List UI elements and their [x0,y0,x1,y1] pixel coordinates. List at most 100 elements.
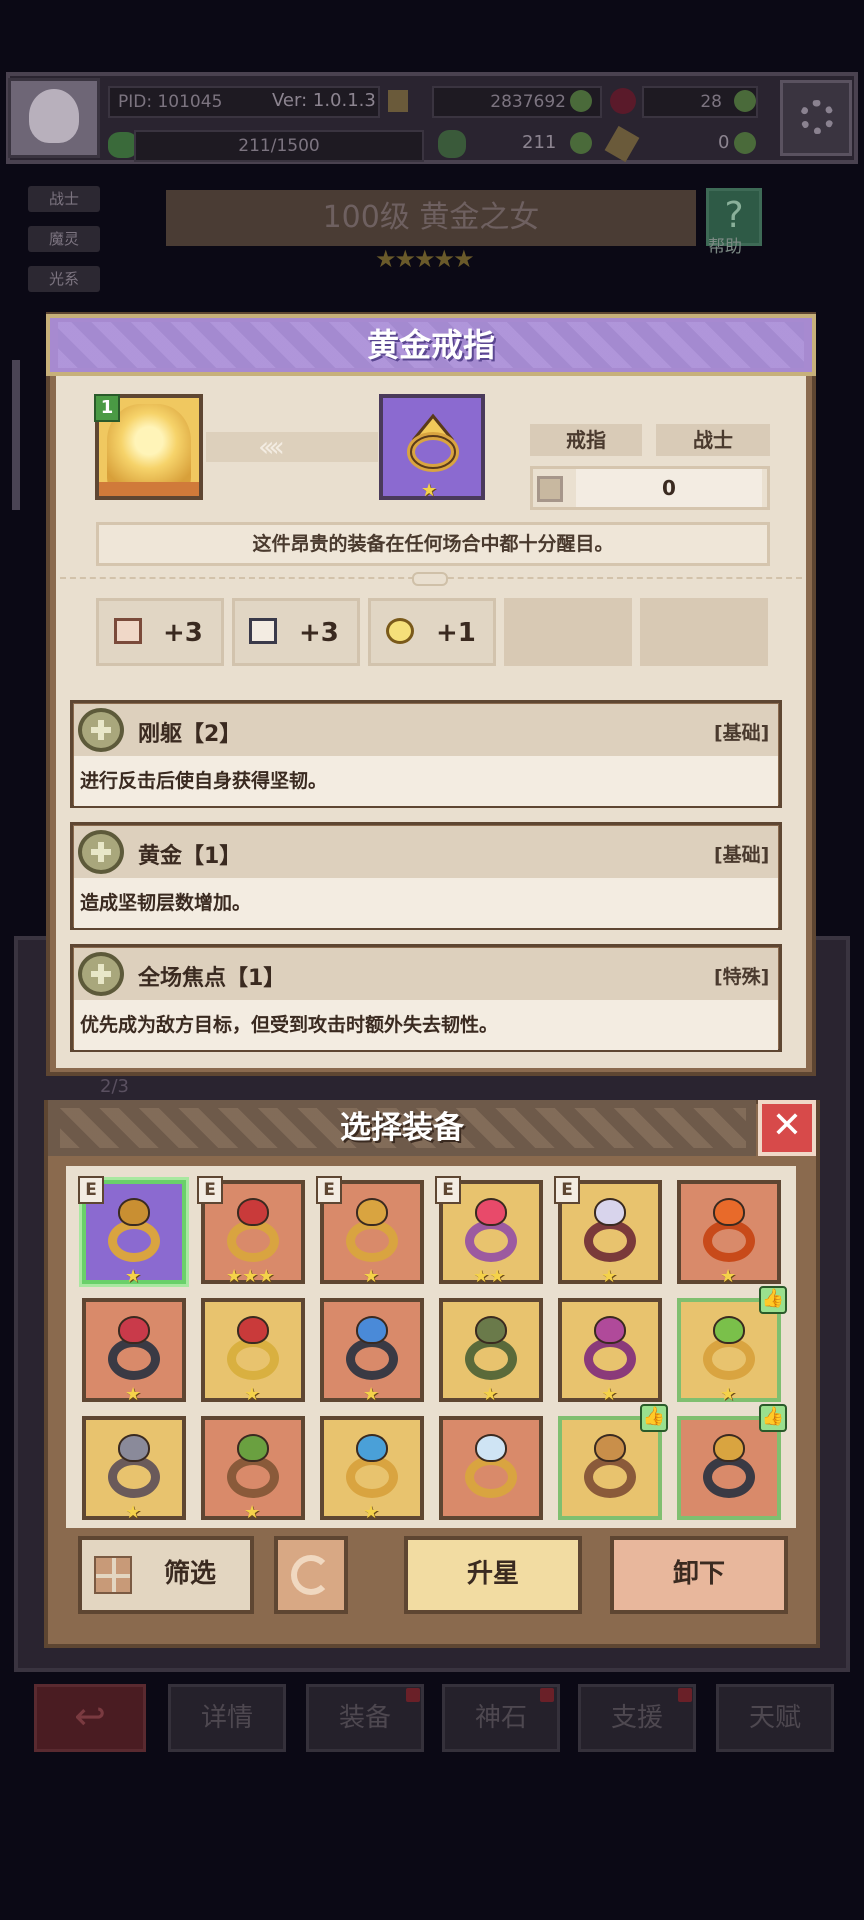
gems-plus-icon[interactable] [734,90,756,112]
ring-band-icon [346,1456,398,1498]
ring-band-icon [227,1456,279,1498]
ring-band-icon [465,1220,517,1262]
tag-demon: 魔灵 [28,226,100,252]
skill-tag-3: [特殊] [714,966,770,988]
ring-band-icon [108,1456,160,1498]
gold-value: 2837692 [490,92,566,112]
ring-band-icon [703,1220,755,1262]
exp-bar: 211/1500 [134,130,424,162]
back-button[interactable]: ↩ [34,1684,146,1752]
ring-gem-icon [237,1316,269,1344]
ring-gem-icon [118,1434,150,1462]
avatar-face-icon [29,89,79,143]
ring-gem-icon [118,1316,150,1344]
portrait-base [99,482,199,496]
ring-band-icon [227,1338,279,1380]
ring-gem-icon [594,1198,626,1226]
item-stars: ★ [244,1384,261,1405]
ring-band-icon [465,1456,517,1498]
divider-ornament [412,572,448,586]
clover-icon [438,130,466,158]
ring-gem-icon [713,1434,745,1462]
ring-description: 这件昂贵的装备在任何场合中都十分醒目。 [96,522,770,566]
keys-plus-icon[interactable] [734,132,756,154]
ring-band-icon [584,1220,636,1262]
ring-band-icon [465,1338,517,1380]
item-stars: ★ [125,1384,142,1405]
skill-tag-2: [基础] [714,844,770,866]
stat-magic-value: +3 [299,618,339,648]
ring-gem-icon [713,1198,745,1226]
side-scrollbar[interactable] [12,360,20,510]
grid-icon [94,1556,132,1594]
unequip-button[interactable]: 卸下 [610,1536,788,1614]
ring-band-icon [703,1456,755,1498]
hero-level-badge: 1 [94,394,120,422]
ring-gem-icon [713,1316,745,1344]
skill-tag-1: [基础] [714,722,770,744]
recommend-thumb-icon: 👍 [759,1404,787,1432]
ring-band-icon [703,1338,755,1380]
hero-stars: ★★★★★ [375,245,475,273]
close-button[interactable]: ✕ [758,1100,816,1156]
clover-value: 211 [522,132,557,153]
left-arrows-icon: ‹‹‹‹ [258,430,285,463]
refresh-icon [291,1555,331,1595]
equipped-badge: E [197,1176,223,1204]
ring-star: ★ [421,480,438,501]
slot-value: 0 [576,469,762,507]
equipped-badge: E [316,1176,342,1204]
skill-name-1: 刚躯【2】 [138,722,242,747]
clover-plus-icon[interactable] [570,132,592,154]
stat-card-empty-1 [504,598,632,666]
skill-name-2: 黄金【1】 [138,844,242,869]
ring-gem-icon [594,1316,626,1344]
tab-talent[interactable]: 天赋 [716,1684,834,1752]
hero-banner: 100级 黄金之女 [166,190,696,246]
gold-plus-icon[interactable] [570,90,592,112]
tab-details[interactable]: 详情 [168,1684,286,1752]
equipped-badge: E [554,1176,580,1204]
ring-gem-icon [356,1434,388,1462]
equipped-badge: E [435,1176,461,1204]
background-count: 2/3 [100,1076,129,1097]
pid-text: PID: 101045 [118,92,223,112]
clock-icon [386,618,414,644]
ring-band-icon [346,1338,398,1380]
item-stars: ★ [601,1266,618,1287]
stat-attack-value: +3 [163,618,203,648]
recommend-thumb-icon: 👍 [640,1404,668,1432]
player-avatar[interactable] [8,78,100,158]
skill-plus-icon [78,708,124,752]
class-chip: 战士 [656,424,770,456]
arrow-track [206,432,378,462]
stat-speed-value: +1 [436,618,476,648]
ring-gem-icon [237,1434,269,1462]
equipment-select-title: 选择装备 [340,1110,464,1146]
equipment-slot[interactable] [439,1416,543,1520]
gear-icon [800,100,834,134]
fist-icon [114,618,142,644]
skill-plus-icon [78,830,124,874]
skill-desc-1: 进行反击后使自身获得坚韧。 [74,756,778,806]
ring-gem-icon [475,1198,507,1226]
skill-name-3: 全场焦点【1】 [138,966,286,991]
item-stars: ★ [720,1266,737,1287]
ring-gem-icon [475,1316,507,1344]
ring-gem-icon [475,1434,507,1462]
ring-band-icon [108,1338,160,1380]
ring-gem-icon [356,1198,388,1226]
ring-gem-icon [118,1198,150,1226]
ring-band-icon [584,1456,636,1498]
skill-plus-icon [78,952,124,996]
keys-value: 0 [718,132,730,153]
ring-title: 黄金戒指 [366,326,495,364]
skill-desc-2: 造成坚韧层数增加。 [74,878,778,928]
tag-warrior: 战士 [28,186,100,212]
godstone-notify-dot [540,1688,554,1702]
upgrade-star-button[interactable]: 升星 [404,1536,582,1614]
ring-band-icon [227,1220,279,1262]
ring-band-icon [108,1220,160,1262]
item-stars: ★ [363,1502,380,1523]
golden-ring-icon [407,413,459,472]
